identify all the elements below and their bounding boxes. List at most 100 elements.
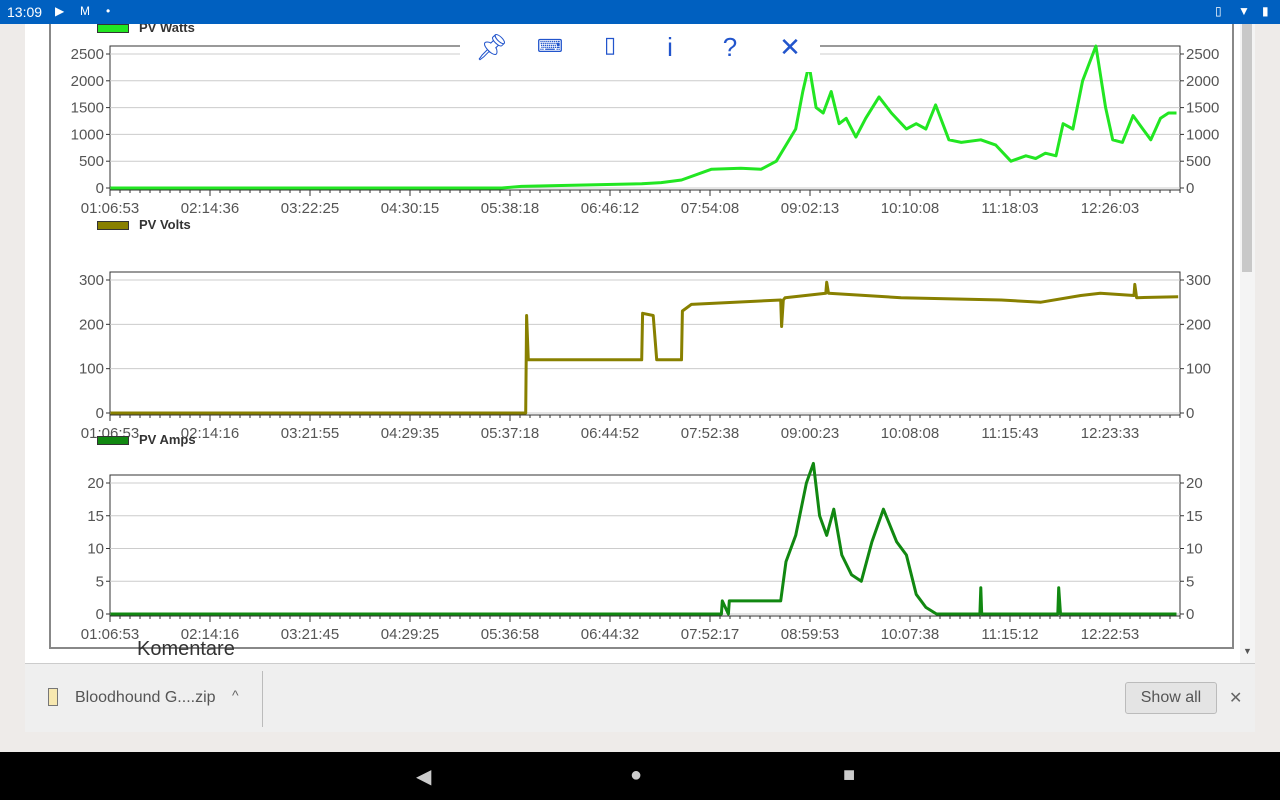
x-tick-label: 11:15:12 xyxy=(981,626,1038,643)
legend-pv-watts: PV Watts xyxy=(97,24,195,35)
x-tick-label: 04:29:25 xyxy=(381,626,439,643)
x-tick-label: 01:06:53 xyxy=(81,200,139,214)
x-tick-label: 07:54:08 xyxy=(681,200,739,214)
close-download-bar-icon[interactable]: ✕ xyxy=(1229,688,1242,708)
x-tick-label: 04:30:15 xyxy=(381,200,439,214)
download-bar: Bloodhound G....zip ^ Show all ✕ xyxy=(25,663,1255,732)
divider xyxy=(262,671,263,727)
legend-label: PV Volts xyxy=(139,217,191,232)
y-tick-label-right: 300 xyxy=(1186,272,1211,289)
komentare-heading: Komentare xyxy=(137,638,235,660)
scroll-down-arrow[interactable]: ▼ xyxy=(1243,646,1252,656)
show-all-button[interactable]: Show all xyxy=(1125,682,1217,714)
charts-frame: 0 0 500 500 1000 1000 1500 1500 2000 2000 2500 2500… xyxy=(49,24,1234,649)
x-tick-label: 05:37:18 xyxy=(481,425,539,440)
y-tick-label-right: 500 xyxy=(1186,153,1211,170)
x-tick-label: 03:22:25 xyxy=(281,200,339,214)
recents-icon[interactable]: ■ xyxy=(843,764,855,787)
close-icon[interactable]: ✕ xyxy=(775,32,805,63)
y-tick-label-right: 2500 xyxy=(1186,46,1219,63)
pv-volts-chart: 0 0100 100200 200300 30001:06:53 02:14:16 03:2… xyxy=(79,271,1211,440)
y-tick-label-right: 1000 xyxy=(1186,126,1219,143)
x-tick-label: 09:00:23 xyxy=(781,425,839,440)
x-tick-label: 02:14:36 xyxy=(181,200,239,214)
x-tick-label: 07:52:17 xyxy=(681,626,739,643)
info-icon[interactable]: i xyxy=(655,32,685,63)
legend-label: PV Watts xyxy=(139,24,195,35)
status-bar: 13:09 ▶ M • ▯ ▼ ▮ xyxy=(0,0,1280,24)
youtube-icon: ▶ xyxy=(55,4,65,18)
y-tick-label-right: 0 xyxy=(1186,606,1194,623)
dot-icon: • xyxy=(106,4,111,18)
home-icon[interactable]: ● xyxy=(630,764,642,787)
chevron-up-icon[interactable]: ^ xyxy=(232,687,239,703)
y-tick-label-left: 15 xyxy=(87,508,104,525)
legend-pv-volts: PV Volts xyxy=(97,217,191,232)
zip-file-icon xyxy=(48,688,58,706)
x-tick-label: 06:44:52 xyxy=(581,425,639,440)
y-tick-label-left: 2000 xyxy=(71,73,104,90)
x-tick-label: 10:08:08 xyxy=(881,425,939,440)
y-tick-label-left: 2500 xyxy=(71,46,104,63)
pin-icon[interactable]: 📌︎ xyxy=(475,32,508,63)
scrollbar-thumb[interactable] xyxy=(1242,24,1252,272)
y-tick-label-right: 100 xyxy=(1186,361,1211,378)
help-icon[interactable]: ? xyxy=(715,32,745,63)
y-tick-label-left: 5 xyxy=(96,573,104,590)
y-tick-label-left: 10 xyxy=(87,541,104,558)
back-icon[interactable]: ◀ xyxy=(416,764,431,789)
y-tick-label-left: 100 xyxy=(79,361,104,378)
floating-toolbar: 📌︎ ⌨ ▯ i ? ✕ xyxy=(460,24,820,72)
x-tick-label: 10:10:08 xyxy=(881,200,939,214)
y-tick-label-right: 15 xyxy=(1186,508,1203,525)
y-tick-label-left: 20 xyxy=(87,475,104,492)
x-tick-label: 08:59:53 xyxy=(781,626,839,643)
gmail-icon: M xyxy=(80,4,90,18)
x-tick-label: 01:06:53 xyxy=(81,626,139,643)
y-tick-label-left: 300 xyxy=(79,272,104,289)
y-tick-label-left: 0 xyxy=(96,606,104,623)
web-page: 0 0 500 500 1000 1000 1500 1500 2000 2000 2500 2500… xyxy=(25,24,1255,663)
x-tick-label: 12:22:53 xyxy=(1081,626,1139,643)
y-tick-label-left: 0 xyxy=(96,180,104,197)
plot-area xyxy=(109,271,1181,416)
clock: 13:09 xyxy=(7,4,43,20)
x-tick-label: 03:21:55 xyxy=(281,425,339,440)
x-tick-label: 11:15:43 xyxy=(981,425,1038,440)
x-tick-label: 07:52:38 xyxy=(681,425,739,440)
x-tick-label: 12:23:33 xyxy=(1081,425,1139,440)
x-tick-label: 12:26:03 xyxy=(1081,200,1139,214)
x-tick-label: 05:38:18 xyxy=(481,200,539,214)
y-tick-label-right: 20 xyxy=(1186,475,1203,492)
x-tick-label: 06:46:12 xyxy=(581,200,639,214)
y-tick-label-left: 500 xyxy=(79,153,104,170)
x-tick-label: 11:18:03 xyxy=(981,200,1038,214)
pv-amps-chart: 0 05 510 1015 1520 2001:06:53 02:14:16 03:21:45… xyxy=(81,461,1203,643)
y-tick-label-right: 200 xyxy=(1186,316,1211,333)
vibrate-icon: ▯ xyxy=(1215,4,1222,18)
mouse-icon[interactable]: ▯ xyxy=(595,32,625,58)
y-tick-label-right: 0 xyxy=(1186,405,1194,422)
keyboard-icon[interactable]: ⌨ xyxy=(535,36,565,57)
y-tick-label-right: 5 xyxy=(1186,573,1194,590)
y-tick-label-right: 0 xyxy=(1186,180,1194,197)
battery-icon: ▮ xyxy=(1262,4,1269,18)
y-tick-label-right: 1500 xyxy=(1186,100,1219,117)
y-tick-label-right: 2000 xyxy=(1186,73,1219,90)
y-tick-label-left: 0 xyxy=(96,405,104,422)
wifi-icon: ▼ xyxy=(1238,4,1250,18)
legend-label: PV Amps xyxy=(139,432,196,447)
y-tick-label-left: 1500 xyxy=(71,100,104,117)
y-tick-label-left: 1000 xyxy=(71,126,104,143)
download-item[interactable]: Bloodhound G....zip xyxy=(75,689,216,707)
legend-pv-amps: PV Amps xyxy=(97,432,196,447)
x-tick-label: 06:44:32 xyxy=(581,626,639,643)
y-tick-label-left: 200 xyxy=(79,316,104,333)
x-tick-label: 10:07:38 xyxy=(881,626,939,643)
scrollbar[interactable]: ▼ xyxy=(1240,24,1255,663)
x-tick-label: 05:36:58 xyxy=(481,626,539,643)
y-tick-label-right: 10 xyxy=(1186,541,1203,558)
plot-area xyxy=(109,474,1181,617)
x-tick-label: 04:29:35 xyxy=(381,425,439,440)
android-nav-bar: ◀ ● ■ xyxy=(0,752,1280,800)
